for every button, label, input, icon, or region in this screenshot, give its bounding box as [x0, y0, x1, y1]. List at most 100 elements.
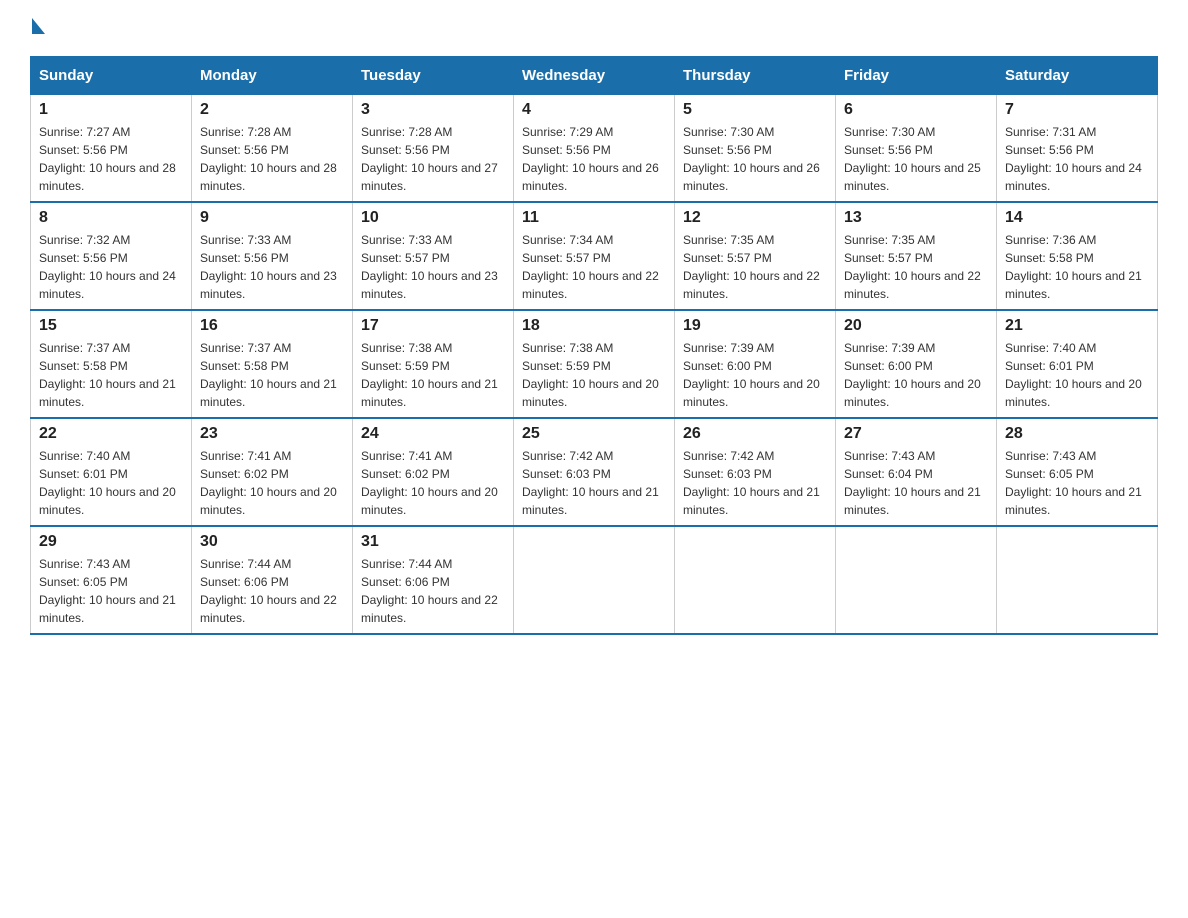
day-info: Sunrise: 7:36 AMSunset: 5:58 PMDaylight:… [1005, 231, 1149, 303]
calendar-cell: 24 Sunrise: 7:41 AMSunset: 6:02 PMDayligh… [353, 418, 514, 526]
calendar-cell: 28 Sunrise: 7:43 AMSunset: 6:05 PMDayligh… [997, 418, 1158, 526]
calendar-cell: 13Sunrise: 7:35 AMSunset: 5:57 PMDayligh… [836, 202, 997, 310]
day-number: 4 [522, 101, 666, 119]
calendar-cell: 25 Sunrise: 7:42 AMSunset: 6:03 PMDayligh… [514, 418, 675, 526]
day-info: Sunrise: 7:39 AMSunset: 6:00 PMDaylight:… [683, 339, 827, 411]
calendar-week-row: 22 Sunrise: 7:40 AMSunset: 6:01 PMDayligh… [31, 418, 1158, 526]
day-number: 14 [1005, 209, 1149, 227]
day-number: 12 [683, 209, 827, 227]
calendar-cell: 3 Sunrise: 7:28 AMSunset: 5:56 PMDaylight… [353, 95, 514, 203]
day-info: Sunrise: 7:31 AMSunset: 5:56 PMDaylight:… [1005, 123, 1149, 195]
calendar-cell: 15 Sunrise: 7:37 AMSunset: 5:58 PMDayligh… [31, 310, 192, 418]
calendar-week-row: 8 Sunrise: 7:32 AMSunset: 5:56 PMDaylight… [31, 202, 1158, 310]
calendar-cell: 12 Sunrise: 7:35 AMSunset: 5:57 PMDayligh… [675, 202, 836, 310]
weekday-header-saturday: Saturday [997, 57, 1158, 95]
calendar-cell [514, 526, 675, 634]
day-info: Sunrise: 7:43 AMSunset: 6:05 PMDaylight:… [39, 555, 183, 627]
calendar-cell: 23Sunrise: 7:41 AMSunset: 6:02 PMDayligh… [192, 418, 353, 526]
day-info: Sunrise: 7:40 AMSunset: 6:01 PMDaylight:… [39, 447, 183, 519]
calendar-cell: 27Sunrise: 7:43 AMSunset: 6:04 PMDayligh… [836, 418, 997, 526]
day-info: Sunrise: 7:40 AMSunset: 6:01 PMDaylight:… [1005, 339, 1149, 411]
day-info: Sunrise: 7:44 AMSunset: 6:06 PMDaylight:… [361, 555, 505, 627]
day-info: Sunrise: 7:28 AMSunset: 5:56 PMDaylight:… [200, 123, 344, 195]
day-info: Sunrise: 7:33 AMSunset: 5:56 PMDaylight:… [200, 231, 344, 303]
day-info: Sunrise: 7:42 AMSunset: 6:03 PMDaylight:… [522, 447, 666, 519]
day-info: Sunrise: 7:35 AMSunset: 5:57 PMDaylight:… [844, 231, 988, 303]
day-info: Sunrise: 7:38 AMSunset: 5:59 PMDaylight:… [361, 339, 505, 411]
calendar-cell: 31 Sunrise: 7:44 AMSunset: 6:06 PMDayligh… [353, 526, 514, 634]
calendar-cell: 8 Sunrise: 7:32 AMSunset: 5:56 PMDaylight… [31, 202, 192, 310]
day-info: Sunrise: 7:42 AMSunset: 6:03 PMDaylight:… [683, 447, 827, 519]
calendar-week-row: 29 Sunrise: 7:43 AMSunset: 6:05 PMDayligh… [31, 526, 1158, 634]
day-number: 17 [361, 317, 505, 335]
day-number: 8 [39, 209, 183, 227]
calendar-cell: 7Sunrise: 7:31 AMSunset: 5:56 PMDaylight… [997, 95, 1158, 203]
calendar-cell: 2 Sunrise: 7:28 AMSunset: 5:56 PMDaylight… [192, 95, 353, 203]
day-number: 2 [200, 101, 344, 119]
calendar-cell: 4Sunrise: 7:29 AMSunset: 5:56 PMDaylight… [514, 95, 675, 203]
weekday-header-sunday: Sunday [31, 57, 192, 95]
day-info: Sunrise: 7:41 AMSunset: 6:02 PMDaylight:… [200, 447, 344, 519]
calendar-cell: 1 Sunrise: 7:27 AMSunset: 5:56 PMDaylight… [31, 95, 192, 203]
day-info: Sunrise: 7:39 AMSunset: 6:00 PMDaylight:… [844, 339, 988, 411]
day-info: Sunrise: 7:27 AMSunset: 5:56 PMDaylight:… [39, 123, 183, 195]
day-number: 19 [683, 317, 827, 335]
day-info: Sunrise: 7:38 AMSunset: 5:59 PMDaylight:… [522, 339, 666, 411]
day-number: 5 [683, 101, 827, 119]
calendar-cell [836, 526, 997, 634]
day-info: Sunrise: 7:30 AMSunset: 5:56 PMDaylight:… [683, 123, 827, 195]
day-info: Sunrise: 7:33 AMSunset: 5:57 PMDaylight:… [361, 231, 505, 303]
day-number: 6 [844, 101, 988, 119]
day-number: 22 [39, 425, 183, 443]
day-info: Sunrise: 7:43 AMSunset: 6:04 PMDaylight:… [844, 447, 988, 519]
calendar-week-row: 1 Sunrise: 7:27 AMSunset: 5:56 PMDaylight… [31, 95, 1158, 203]
day-number: 26 [683, 425, 827, 443]
day-number: 29 [39, 533, 183, 551]
calendar-cell: 14 Sunrise: 7:36 AMSunset: 5:58 PMDayligh… [997, 202, 1158, 310]
weekday-header-thursday: Thursday [675, 57, 836, 95]
day-number: 25 [522, 425, 666, 443]
weekday-header-friday: Friday [836, 57, 997, 95]
day-number: 1 [39, 101, 183, 119]
day-info: Sunrise: 7:37 AMSunset: 5:58 PMDaylight:… [39, 339, 183, 411]
calendar-cell: 18Sunrise: 7:38 AMSunset: 5:59 PMDayligh… [514, 310, 675, 418]
day-info: Sunrise: 7:35 AMSunset: 5:57 PMDaylight:… [683, 231, 827, 303]
calendar-table: SundayMondayTuesdayWednesdayThursdayFrid… [30, 56, 1158, 635]
calendar-cell: 6 Sunrise: 7:30 AMSunset: 5:56 PMDaylight… [836, 95, 997, 203]
day-info: Sunrise: 7:34 AMSunset: 5:57 PMDaylight:… [522, 231, 666, 303]
day-number: 3 [361, 101, 505, 119]
day-info: Sunrise: 7:28 AMSunset: 5:56 PMDaylight:… [361, 123, 505, 195]
day-info: Sunrise: 7:37 AMSunset: 5:58 PMDaylight:… [200, 339, 344, 411]
weekday-header-row: SundayMondayTuesdayWednesdayThursdayFrid… [31, 57, 1158, 95]
weekday-header-wednesday: Wednesday [514, 57, 675, 95]
page-header [30, 20, 1158, 36]
day-number: 15 [39, 317, 183, 335]
calendar-cell: 30 Sunrise: 7:44 AMSunset: 6:06 PMDayligh… [192, 526, 353, 634]
day-info: Sunrise: 7:43 AMSunset: 6:05 PMDaylight:… [1005, 447, 1149, 519]
day-info: Sunrise: 7:32 AMSunset: 5:56 PMDaylight:… [39, 231, 183, 303]
calendar-cell [997, 526, 1158, 634]
calendar-cell [675, 526, 836, 634]
calendar-cell: 22 Sunrise: 7:40 AMSunset: 6:01 PMDayligh… [31, 418, 192, 526]
day-number: 20 [844, 317, 988, 335]
calendar-cell: 9 Sunrise: 7:33 AMSunset: 5:56 PMDaylight… [192, 202, 353, 310]
day-number: 10 [361, 209, 505, 227]
day-info: Sunrise: 7:44 AMSunset: 6:06 PMDaylight:… [200, 555, 344, 627]
day-number: 30 [200, 533, 344, 551]
day-number: 9 [200, 209, 344, 227]
day-number: 24 [361, 425, 505, 443]
day-info: Sunrise: 7:41 AMSunset: 6:02 PMDaylight:… [361, 447, 505, 519]
day-number: 21 [1005, 317, 1149, 335]
day-number: 16 [200, 317, 344, 335]
calendar-cell: 20 Sunrise: 7:39 AMSunset: 6:00 PMDayligh… [836, 310, 997, 418]
day-number: 31 [361, 533, 505, 551]
calendar-cell: 11Sunrise: 7:34 AMSunset: 5:57 PMDayligh… [514, 202, 675, 310]
weekday-header-tuesday: Tuesday [353, 57, 514, 95]
calendar-week-row: 15 Sunrise: 7:37 AMSunset: 5:58 PMDayligh… [31, 310, 1158, 418]
calendar-cell: 21 Sunrise: 7:40 AMSunset: 6:01 PMDayligh… [997, 310, 1158, 418]
calendar-cell: 19 Sunrise: 7:39 AMSunset: 6:00 PMDayligh… [675, 310, 836, 418]
day-info: Sunrise: 7:30 AMSunset: 5:56 PMDaylight:… [844, 123, 988, 195]
calendar-cell: 5 Sunrise: 7:30 AMSunset: 5:56 PMDaylight… [675, 95, 836, 203]
day-number: 28 [1005, 425, 1149, 443]
logo [30, 20, 46, 36]
